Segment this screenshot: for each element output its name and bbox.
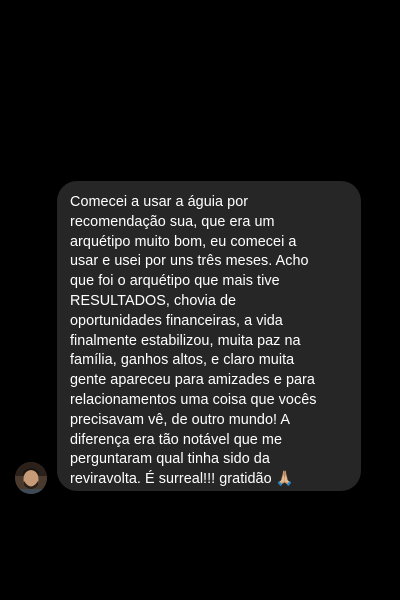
- chat-screen: Comecei a usar a águia por recomendação …: [0, 0, 400, 600]
- received-message-row: Comecei a usar a águia por recomendação …: [0, 0, 400, 600]
- sender-avatar[interactable]: [15, 462, 47, 494]
- message-text: Comecei a usar a águia por recomendação …: [70, 194, 317, 488]
- avatar-photo-icon: [15, 462, 47, 494]
- message-bubble[interactable]: Comecei a usar a águia por recomendação …: [57, 181, 361, 491]
